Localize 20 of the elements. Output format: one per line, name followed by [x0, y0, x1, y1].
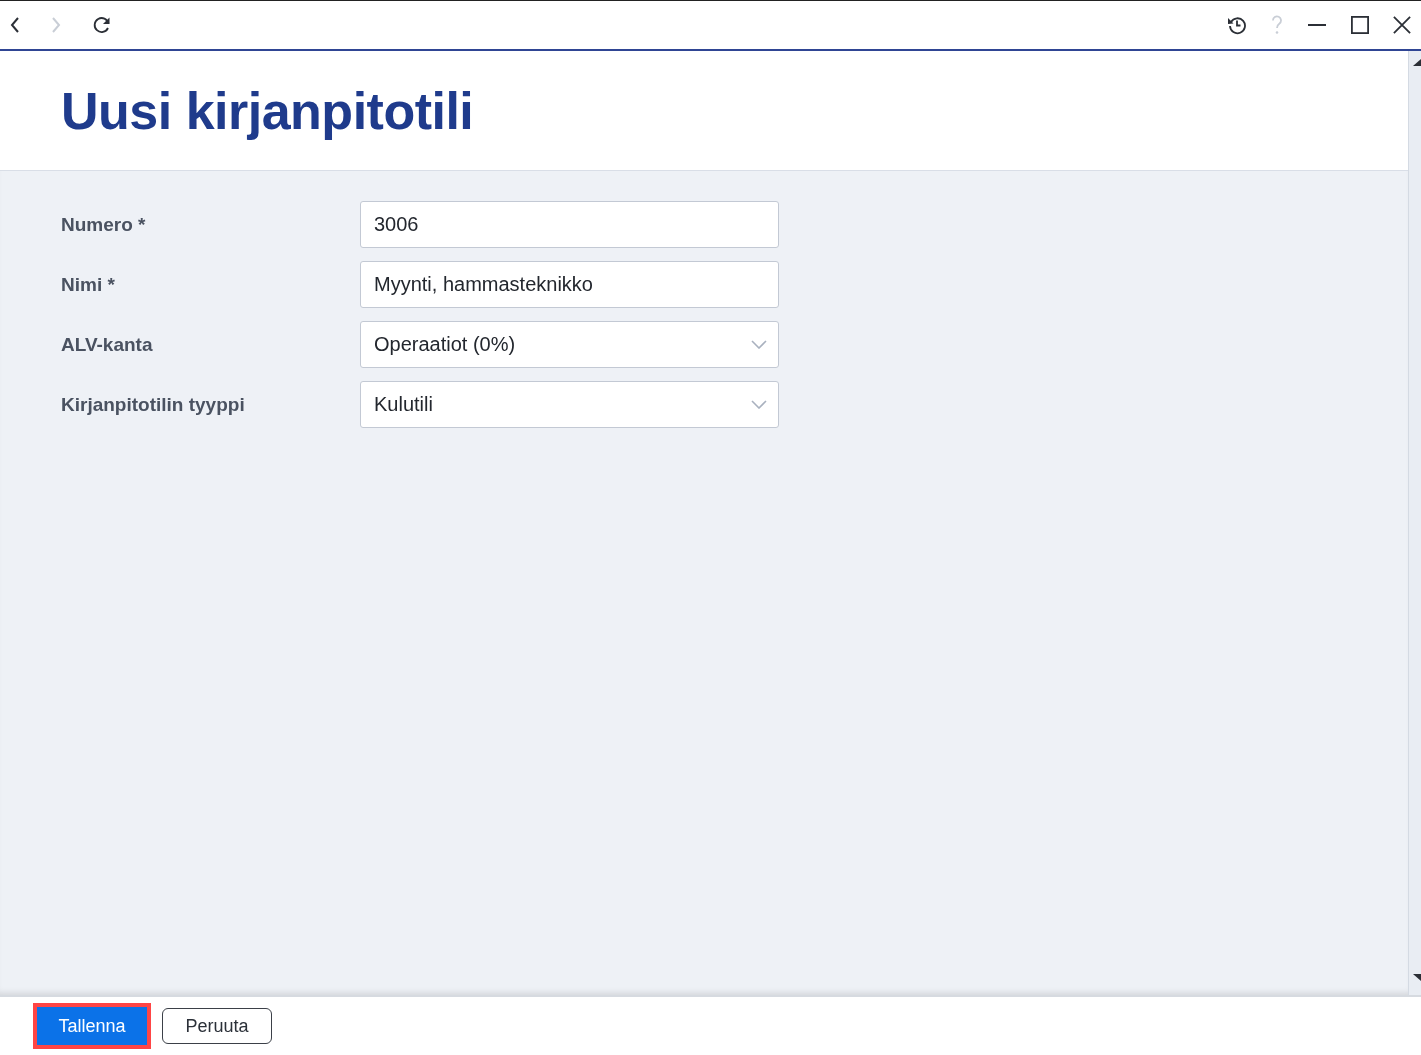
field-label: Kirjanpitotilin tyyppi — [61, 393, 246, 416]
field-label: ALV-kanta — [61, 333, 154, 356]
chevron-down-icon — [751, 340, 767, 349]
scroll-up-icon[interactable] — [1413, 59, 1421, 66]
close-icon[interactable] — [1393, 16, 1411, 34]
input-field[interactable]: Myynti, hammasteknikko — [360, 261, 779, 308]
dropdown-field[interactable]: Kulutili — [360, 381, 779, 428]
refresh-icon[interactable] — [92, 15, 112, 35]
field-label: Numero * — [61, 213, 147, 236]
back-icon[interactable] — [10, 17, 20, 33]
input-field[interactable]: 3006 — [360, 201, 779, 248]
dropdown-field[interactable]: Operaatiot (0%) — [360, 321, 779, 368]
scrollbar[interactable] — [1408, 51, 1421, 995]
chevron-down-icon — [751, 400, 767, 409]
history-icon[interactable] — [1227, 15, 1247, 35]
scroll-down-icon[interactable] — [1413, 974, 1421, 981]
maximize-icon[interactable] — [1351, 16, 1369, 34]
cancel-button[interactable]: Peruuta — [162, 1008, 272, 1044]
field-label: Nimi * — [61, 273, 116, 296]
page-title: Uusi kirjanpitotili — [61, 80, 474, 141]
